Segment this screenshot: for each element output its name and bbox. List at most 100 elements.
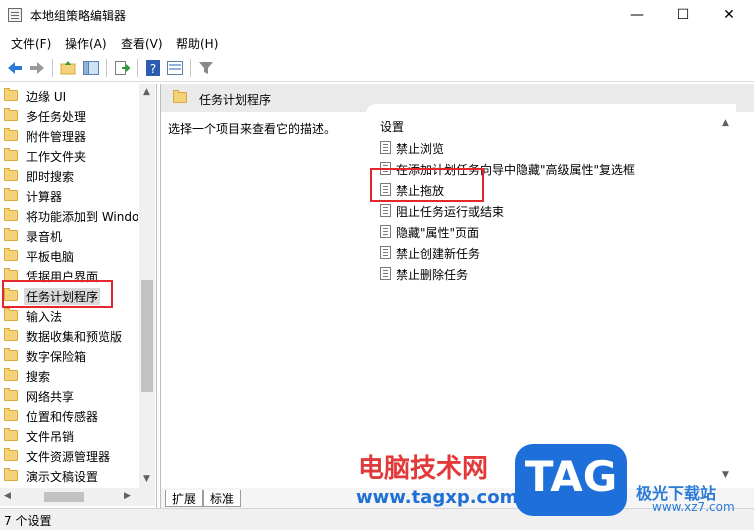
tree-item[interactable]: 多任务处理 bbox=[4, 106, 138, 126]
column-header-settings[interactable]: 设置 bbox=[380, 118, 404, 135]
export-list-icon[interactable] bbox=[113, 59, 131, 77]
folder-icon bbox=[4, 248, 18, 261]
tree-item-label: 附件管理器 bbox=[26, 130, 87, 144]
settings-list: 设置 禁止浏览 在添加计划任务向导中隐藏"高级属性"复选框 禁止拖放 阻止任务运行或结… bbox=[366, 104, 736, 488]
tree-item-label: 录音机 bbox=[26, 230, 63, 244]
setting-label: 阻止任务运行或结束 bbox=[396, 205, 505, 219]
folder-icon bbox=[4, 228, 18, 241]
tree-item-label: 边缘 UI bbox=[26, 90, 67, 104]
tree-item[interactable]: 位置和传感器 bbox=[4, 406, 138, 426]
tree-item[interactable]: 计算器 bbox=[4, 186, 138, 206]
back-arrow-icon[interactable] bbox=[6, 59, 24, 77]
folder-icon bbox=[4, 208, 18, 221]
tree-item-label: 平板电脑 bbox=[26, 250, 75, 264]
tree-item-label: 工作文件夹 bbox=[26, 150, 87, 164]
tree-item-label: 计算器 bbox=[26, 190, 63, 204]
filter-icon[interactable] bbox=[197, 59, 215, 77]
policy-setting-icon bbox=[380, 225, 391, 238]
folder-icon bbox=[4, 348, 18, 361]
tree-item-label: 多任务处理 bbox=[26, 110, 87, 124]
tree-item[interactable]: 演示文稿设置 bbox=[4, 466, 138, 486]
description-text: 选择一个项目来查看它的描述。 bbox=[168, 122, 337, 136]
details-pane: 任务计划程序 选择一个项目来查看它的描述。 设置 禁止浏览 在添加计划任务向导中隐… bbox=[160, 84, 754, 508]
highlight-box-tree bbox=[2, 280, 113, 308]
folder-icon bbox=[4, 428, 18, 441]
folder-icon bbox=[4, 368, 18, 381]
tree-item-label: 位置和传感器 bbox=[26, 410, 99, 424]
folder-icon bbox=[4, 168, 18, 181]
svg-text:?: ? bbox=[150, 62, 156, 76]
up-folder-icon[interactable] bbox=[59, 59, 77, 77]
tree-item-label: 网络共享 bbox=[26, 390, 75, 404]
policy-setting-icon bbox=[380, 246, 391, 259]
tree-hscroll-thumb[interactable] bbox=[44, 492, 84, 502]
folder-icon bbox=[4, 128, 18, 141]
folder-icon bbox=[4, 328, 18, 341]
menu-view[interactable]: 查看(V) bbox=[121, 35, 163, 52]
scroll-up-icon[interactable]: ▲ bbox=[722, 118, 729, 128]
tree-item[interactable]: 工作文件夹 bbox=[4, 146, 138, 166]
folder-icon bbox=[4, 88, 18, 101]
watermark-text: 电脑技术网 bbox=[358, 454, 489, 484]
tree-item[interactable]: 文件资源管理器 bbox=[4, 446, 138, 466]
folder-icon bbox=[4, 468, 18, 481]
setting-label: 禁止删除任务 bbox=[396, 268, 469, 282]
scroll-right-icon[interactable]: ▶ bbox=[124, 491, 131, 501]
folder-icon bbox=[4, 408, 18, 421]
maximize-button[interactable]: ☐ bbox=[660, 0, 706, 30]
title-bar: 本地组策略编辑器 — ☐ ✕ bbox=[0, 0, 754, 30]
forward-arrow-icon[interactable] bbox=[28, 59, 46, 77]
tab-extended[interactable]: 扩展 bbox=[165, 490, 204, 507]
tree-item[interactable]: 数字保险箱 bbox=[4, 346, 138, 366]
menu-help[interactable]: 帮助(H) bbox=[176, 35, 218, 52]
menu-action[interactable]: 操作(A) bbox=[65, 35, 107, 52]
menu-bar: 文件(F) 操作(A) 查看(V) 帮助(H) bbox=[0, 32, 754, 54]
tree-item[interactable]: 附件管理器 bbox=[4, 126, 138, 146]
scroll-down-icon[interactable]: ▼ bbox=[722, 470, 729, 480]
policy-setting-icon bbox=[380, 267, 391, 280]
tree-item[interactable]: 文件吊销 bbox=[4, 426, 138, 446]
minimize-button[interactable]: — bbox=[614, 0, 660, 30]
show-hide-tree-icon[interactable] bbox=[82, 59, 100, 77]
watermark-url: www.tagxp.com bbox=[356, 487, 519, 508]
tree-scroll-thumb[interactable] bbox=[141, 280, 153, 392]
scroll-down-icon[interactable]: ▼ bbox=[143, 474, 150, 484]
tree-item[interactable]: 网络共享 bbox=[4, 386, 138, 406]
tree-item[interactable]: 即时搜索 bbox=[4, 166, 138, 186]
setting-label: 禁止浏览 bbox=[396, 142, 445, 156]
policy-setting-icon bbox=[380, 141, 391, 154]
close-button[interactable]: ✕ bbox=[706, 0, 752, 30]
menu-file[interactable]: 文件(F) bbox=[11, 35, 51, 52]
tree-item[interactable]: 平板电脑 bbox=[4, 246, 138, 266]
tree-item[interactable]: 数据收集和预览版 bbox=[4, 326, 138, 346]
scroll-up-icon[interactable]: ▲ bbox=[143, 87, 150, 97]
tree-item[interactable]: 边缘 UI bbox=[4, 86, 138, 106]
scroll-left-icon[interactable]: ◀ bbox=[4, 491, 11, 501]
highlight-box-setting bbox=[370, 168, 484, 202]
tree-item[interactable]: 录音机 bbox=[4, 226, 138, 246]
watermark-badge-text: TAG bbox=[524, 452, 618, 501]
tab-standard[interactable]: 标准 bbox=[203, 490, 242, 507]
tree-item-label: 文件吊销 bbox=[26, 430, 75, 444]
tree-vertical-scrollbar[interactable]: ▲ ▼ bbox=[139, 84, 155, 488]
properties-icon[interactable] bbox=[166, 59, 184, 77]
policy-setting-icon bbox=[380, 204, 391, 217]
folder-icon bbox=[4, 108, 18, 121]
watermark-url2: www.xz7.com bbox=[652, 500, 735, 514]
tree-item[interactable]: 搜索 bbox=[4, 366, 138, 386]
setting-label: 隐藏"属性"页面 bbox=[396, 226, 480, 240]
tree-item-label: 将功能添加到 Windows bbox=[26, 210, 138, 224]
tree-horizontal-scrollbar[interactable]: ◀ ▶ bbox=[0, 488, 155, 506]
folder-icon bbox=[4, 388, 18, 401]
window-title: 本地组策略编辑器 bbox=[30, 9, 127, 23]
tree-item[interactable]: 输入法 bbox=[4, 306, 138, 326]
tree-item-label: 数字保险箱 bbox=[26, 350, 87, 364]
tree-item-label: 即时搜索 bbox=[26, 170, 75, 184]
help-icon[interactable]: ? bbox=[144, 59, 162, 77]
watermark-badge: TAG bbox=[515, 444, 627, 516]
folder-icon bbox=[173, 90, 187, 103]
details-vertical-scrollbar[interactable]: ▲ ▼ bbox=[718, 104, 735, 488]
status-bar: 7 个设置 bbox=[0, 508, 754, 530]
folder-icon bbox=[4, 148, 18, 161]
tree-item[interactable]: 将功能添加到 Windows bbox=[4, 206, 138, 226]
